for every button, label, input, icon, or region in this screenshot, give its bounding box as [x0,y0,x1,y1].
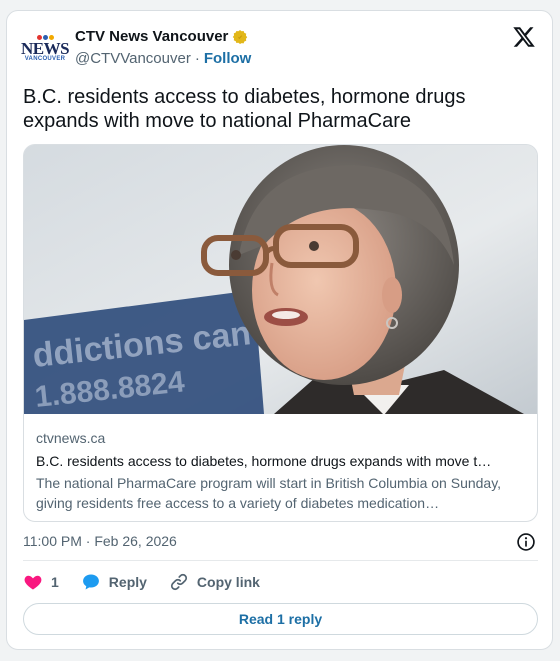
name-row: CTV News Vancouver [75,28,248,45]
like-count: 1 [51,574,59,590]
link-description: The national PharmaCare program will sta… [36,475,502,511]
speech-bubble-icon [82,574,99,590]
follow-button[interactable]: Follow [204,50,252,67]
handle-row: @CTVVancouver · Follow [75,50,251,67]
link-preview-card[interactable]: ddictions can 1.888.8824 ctvnews.ca B.C.… [23,144,538,522]
avatar-logo-subtext: VANCOUVER [24,56,66,62]
tweet-header: NEWS VANCOUVER CTV News Vancouver @CTVVa… [7,11,552,81]
link-title: B.C. residents access to diabetes, hormo… [36,453,492,469]
link-domain: ctvnews.ca [36,430,106,446]
link-preview-image: ddictions can 1.888.8824 [24,145,537,414]
avatar-logo-text: NEWS [20,39,70,58]
separator-dot: · [194,50,200,67]
avatar[interactable]: NEWS VANCOUVER [20,27,70,71]
copy-link-label: Copy link [196,574,260,590]
heart-icon [24,575,42,590]
copy-link-button[interactable]: Copy link [169,572,260,592]
x-logo-icon[interactable] [512,25,536,49]
display-name[interactable]: CTV News Vancouver [75,28,228,45]
like-button[interactable]: 1 [23,572,59,592]
reply-label: Reply [108,574,147,590]
tweet-actions: 1 Reply Copy link [23,572,282,592]
divider [23,560,538,561]
reply-button[interactable]: Reply [81,572,147,592]
read-reply-button[interactable]: Read 1 reply [23,603,538,635]
photo-illustration: ddictions can 1.888.8824 [24,145,537,414]
info-icon[interactable] [516,532,536,552]
link-icon [170,573,187,591]
handle[interactable]: @CTVVancouver [75,50,191,67]
tweet-card: NEWS VANCOUVER CTV News Vancouver @CTVVa… [6,10,553,650]
tweet-timestamp[interactable]: 11:00 PM · Feb 26, 2026 [23,533,177,549]
tweet-text: B.C. residents access to diabetes, hormo… [23,86,466,132]
verified-gold-badge-icon [233,29,248,44]
link-preview-meta: ctvnews.ca B.C. residents access to diab… [36,429,526,513]
